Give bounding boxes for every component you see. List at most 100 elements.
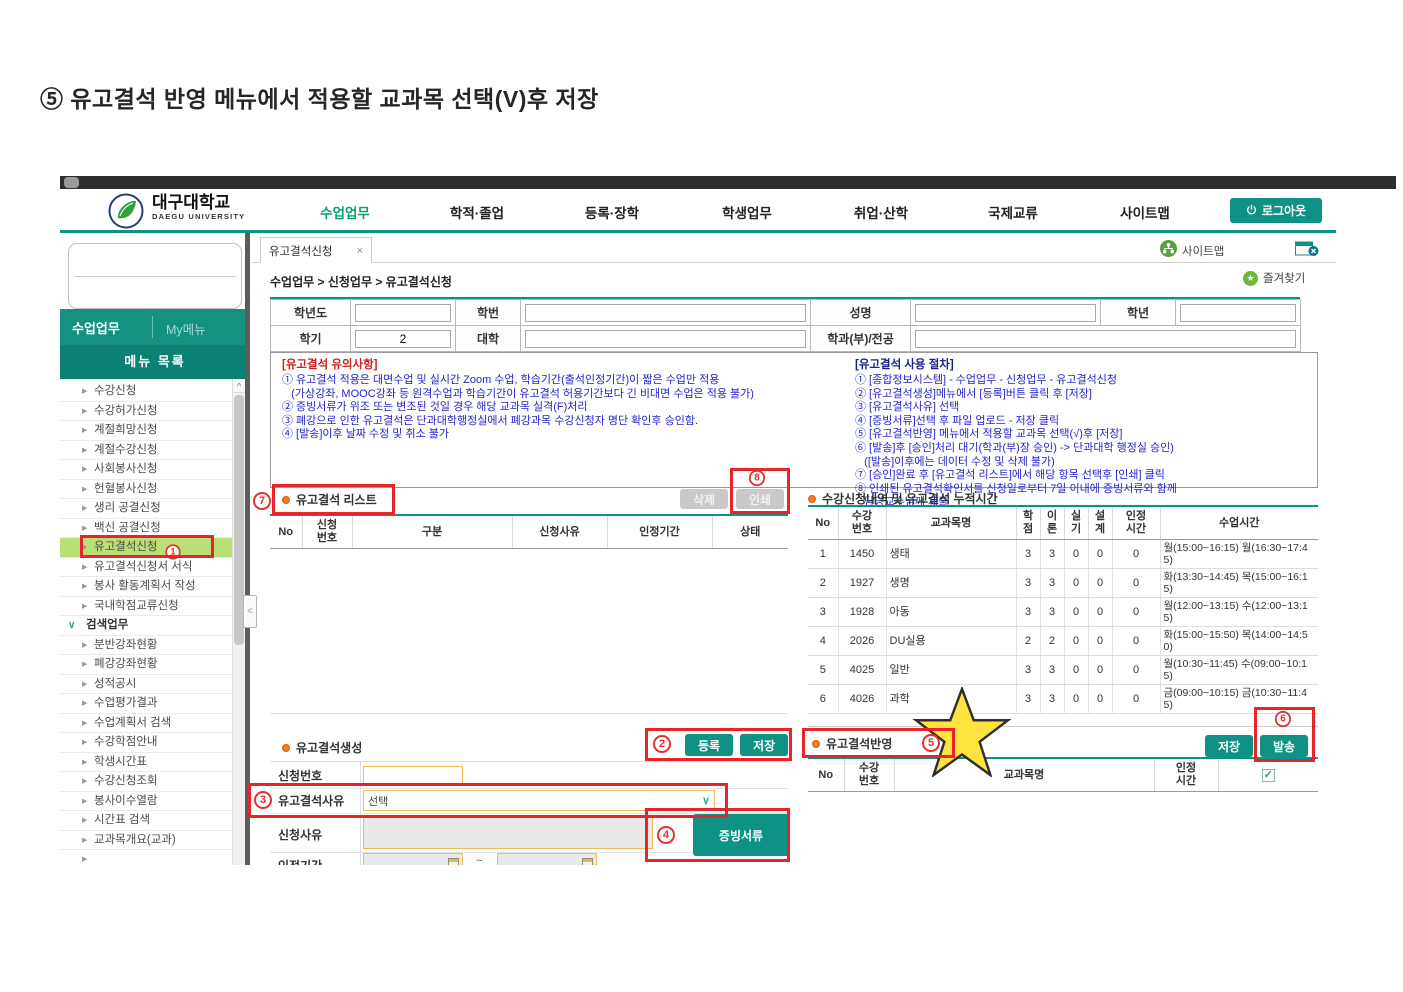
sidebar-item[interactable]: ▶ 생리 공결신청 — [60, 499, 232, 519]
send-button[interactable]: 발송 — [1260, 735, 1308, 757]
creation-save-button[interactable]: 저장 — [740, 734, 788, 756]
sidebar-collapse-handle[interactable]: < — [243, 595, 257, 628]
evidence-button[interactable]: 증빙서류 — [693, 814, 789, 856]
logout-button[interactable]: 로그아웃 — [1230, 198, 1322, 223]
portal-frame: 대구대학교 DAEGU UNIVERSITY 수업업무 학적·졸업 등록·장학 … — [60, 189, 1336, 865]
term-input[interactable] — [355, 329, 451, 348]
arrow-right-icon: ▶ — [82, 602, 88, 610]
window-top-bar — [60, 176, 1396, 189]
sidebar-item[interactable]: ▶ 봉사 활동계획서 작성 — [60, 577, 232, 597]
nav-item-international[interactable]: 국제교류 — [988, 202, 1038, 222]
scroll-up-arrow[interactable]: ^ — [233, 379, 245, 393]
sidebar-item[interactable]: ▶ 계절수강신청 — [60, 441, 232, 460]
sidebar-item[interactable]: ▶ 계절희망신청 — [60, 421, 232, 441]
tab-close-icon[interactable]: × — [357, 245, 363, 257]
nav-item-registration[interactable]: 등록·장학 — [585, 202, 639, 222]
table-row: 1 1450 생태 3 3 0 0 0 월(15:00~16:15) 월(16:30~17:45… — [808, 539, 1318, 569]
col-status: 상태 — [711, 516, 788, 549]
arrow-right-icon: ▶ — [82, 700, 88, 707]
tab-absence-apply[interactable]: 유고결석신청 × — [260, 237, 372, 263]
sidebar-tab-mymenu[interactable]: My메뉴 — [166, 319, 206, 338]
creation-form-topline — [270, 761, 788, 762]
grade-label: 학년 — [1100, 299, 1176, 326]
sidebar-item[interactable]: ▶ 수강신청 — [60, 382, 232, 402]
arrow-right-icon: ▶ — [82, 719, 88, 727]
nav-item-classwork[interactable]: 수업업무 — [320, 202, 370, 222]
term-label: 학기 — [270, 325, 351, 352]
sitemap-link[interactable]: 사이트맵 — [1182, 243, 1224, 259]
college-input[interactable] — [525, 329, 806, 348]
bullet-icon — [808, 494, 816, 503]
sitemap-icon[interactable] — [1160, 240, 1177, 262]
sidebar-item[interactable]: ▶ 유고결석신청서 서식 — [60, 558, 232, 577]
sidebar-item[interactable]: ▶ 헌혈봉사신청 — [60, 480, 232, 499]
sidebar-item[interactable]: ▶ 수강학점안내 — [60, 733, 232, 753]
name-label: 성명 — [810, 299, 911, 326]
absence-list-table: No 신청 번호 구분 신청사유 인정기간 상태 — [270, 514, 788, 549]
reason-textarea[interactable] — [363, 816, 653, 849]
sidebar-item-clipped[interactable]: ▶ — [60, 850, 232, 865]
arrow-right-icon: ▶ — [82, 680, 88, 688]
arrow-right-icon: ▶ — [82, 758, 88, 766]
sidebar-item[interactable]: ▶ 학생시간표 — [60, 753, 232, 772]
sidebar-section-search[interactable]: ∨ 검색업무 — [60, 616, 232, 636]
bullet-icon — [812, 739, 820, 748]
tab-label: 유고결석신청 — [269, 245, 333, 258]
student-id-input[interactable] — [525, 303, 806, 322]
delete-button[interactable]: 삭제 — [680, 489, 728, 509]
year-label: 학년도 — [270, 299, 351, 326]
arrow-right-icon: ▶ — [82, 563, 88, 571]
annotation-4: 4 — [657, 826, 675, 844]
sidebar-item[interactable]: ▶ 국내학점교류신청 — [60, 597, 232, 616]
sidebar-item-absence-apply[interactable]: ▶ 유고결석신청 1 — [60, 535, 232, 560]
sidebar-item[interactable]: ▶ 사회봉사신청 — [60, 460, 232, 480]
annotation-6: 6 — [1274, 710, 1292, 728]
page: ⑤ 유고결석 반영 메뉴에서 적용할 교과목 선택(V)후 저장 대구대학교 D… — [0, 0, 1403, 992]
grade-input[interactable] — [1180, 303, 1296, 322]
reflection-save-button[interactable]: 저장 — [1205, 735, 1253, 757]
period-start-input[interactable] — [363, 853, 463, 865]
chevron-down-icon: ∨ — [68, 620, 76, 631]
nav-item-sitemap[interactable]: 사이트맵 — [1120, 202, 1170, 222]
sidebar-item[interactable]: ▶ 교과목개요(교과) — [60, 831, 232, 850]
popup-window-icon[interactable] — [1295, 241, 1319, 262]
year-input[interactable] — [355, 303, 451, 322]
creation-title: 유고결석생성 — [282, 739, 362, 756]
sidebar-item[interactable]: ▶ 수업평가결과 — [60, 694, 232, 714]
page-title: ⑤ 유고결석 반영 메뉴에서 적용할 교과목 선택(V)후 저장 — [40, 86, 599, 112]
logout-label: 로그아웃 — [1261, 204, 1307, 218]
nav-item-career[interactable]: 취업·산학 — [854, 202, 908, 222]
sidebar-item[interactable]: ▶ 백신 공결신청 — [60, 519, 232, 538]
sidebar-item[interactable]: ▶ 수업계획서 검색 — [60, 714, 232, 733]
absence-list-empty-body — [270, 546, 788, 714]
favorites-link[interactable]: ★ 즐겨찾기 — [1243, 270, 1305, 286]
nav-item-records[interactable]: 학적·졸업 — [450, 202, 504, 222]
table-row: 4 2026 DU실용 2 2 0 0 0 화(15:00~15:50) 목(14:00~14:… — [808, 626, 1318, 656]
sidebar-item[interactable]: ▶ 시간표 검색 — [60, 811, 232, 831]
print-button[interactable]: 인쇄 — [736, 489, 784, 509]
dept-input[interactable] — [915, 329, 1296, 348]
arrow-right-icon: ▶ — [82, 583, 88, 590]
table-row: 5 4025 일반 3 3 0 0 0 월(10:30~11:45) 수(09:00~10:15… — [808, 655, 1318, 685]
select-all-checkbox[interactable]: ✓ — [1261, 768, 1275, 782]
reason-type-select[interactable]: 선택 ∨ — [363, 790, 715, 811]
apply-no-input[interactable] — [363, 766, 463, 784]
sidebar-item[interactable]: ▶ 수강허가신청 — [60, 402, 232, 421]
annotation-7: 7 — [253, 492, 271, 510]
period-end-input[interactable] — [497, 853, 597, 865]
sidebar-edge — [245, 233, 250, 865]
sidebar-item[interactable]: ▶ 수강신청조회 — [60, 772, 232, 792]
notice-cautions-title: [유고결석 유의사항] — [282, 359, 378, 371]
nav-item-student-affairs[interactable]: 학생업무 — [722, 202, 772, 222]
sidebar-item[interactable]: ▶ 봉사이수열람 — [60, 792, 232, 811]
annotation-5: 5 — [922, 734, 940, 752]
sidebar-item[interactable]: ▶ 성적공시 — [60, 675, 232, 694]
breadcrumb: 수업업무 > 신청업무 > 유고결석신청 — [270, 275, 452, 289]
sidebar-tab-classwork[interactable]: 수업업무 — [72, 318, 120, 337]
arrow-right-icon: ▶ — [82, 388, 88, 395]
name-input[interactable] — [915, 303, 1096, 322]
arrow-right-icon: ▶ — [82, 544, 88, 551]
sidebar-item[interactable]: ▶ 폐강강좌현황 — [60, 655, 232, 675]
register-button[interactable]: 등록 — [685, 734, 733, 756]
sidebar-item[interactable]: ▶ 분반강좌현황 — [60, 636, 232, 655]
